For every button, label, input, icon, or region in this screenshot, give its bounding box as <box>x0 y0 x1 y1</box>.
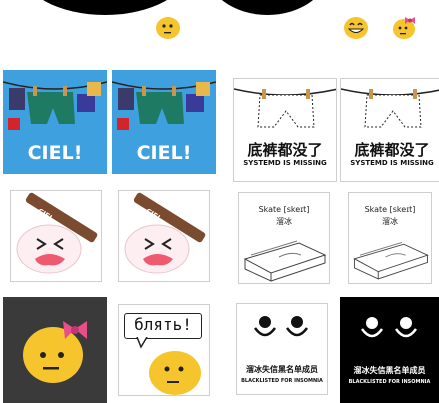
systemd-missing-sticker-2[interactable]: 底裤都没了 SYSTEMD IS MISSING <box>340 78 439 182</box>
sofa-sketch-icon <box>353 241 429 280</box>
blyat-speech-sticker[interactable]: блять! <box>118 304 210 396</box>
ciel-caption: CIEL! <box>27 142 83 164</box>
skate-caption-cn: 溜冰 <box>382 217 398 226</box>
wide-eyes-icon <box>253 316 309 337</box>
systemd-caption-en: SYSTEMD IS MISSING <box>243 159 327 167</box>
skate-sofa-sticker-2[interactable]: Skate [skeɪt] 溜冰 <box>348 192 432 284</box>
wide-eyes-icon <box>360 317 418 338</box>
insomnia-caption-en: BLACKLISTED FOR INSOMNIA <box>348 379 431 385</box>
skate-sofa-sticker-1[interactable]: Skate [skeɪt] 溜冰 <box>238 192 330 284</box>
ciel-caption: CIEL! <box>136 142 192 164</box>
speech-bubble-text: блять! <box>134 315 192 334</box>
insomnia-caption-cn: 溜冰失信黑名单成员 <box>353 366 426 375</box>
dizzy-blob-icon <box>16 192 98 274</box>
ciel-laundry-sticker-2[interactable]: CIEL! <box>112 70 216 174</box>
insomnia-caption-en: BLACKLISTED FOR INSOMNIA <box>241 378 323 384</box>
skate-caption-en: Skate [skeɪt] <box>364 205 416 214</box>
blob-grin-icon[interactable] <box>343 14 369 40</box>
blob-neutral-large-icon <box>136 337 201 395</box>
skate-caption-cn: 溜冰 <box>276 217 292 226</box>
dizzy-blob-icon <box>124 192 206 274</box>
skate-caption-en: Skate [skeɪt] <box>258 205 310 214</box>
insomnia-caption-cn: 溜冰失信黑名单成员 <box>246 365 318 374</box>
dizzy-blob-sticker-2[interactable]: CIEL <box>118 190 210 282</box>
blob-bow-large-icon <box>23 321 87 383</box>
blob-bow-sticker[interactable] <box>3 297 107 403</box>
blob-neutral-icon[interactable] <box>155 14 181 40</box>
systemd-caption-cn: 底裤都没了 <box>247 141 323 159</box>
empty-underwear-icon <box>234 88 336 128</box>
sofa-sketch-icon <box>243 240 327 282</box>
dizzy-blob-sticker-1[interactable]: CIEL <box>10 190 102 282</box>
systemd-missing-sticker-1[interactable]: 底裤都没了 SYSTEMD IS MISSING <box>233 78 337 182</box>
insomnia-sticker-dark[interactable]: 溜冰失信黑名单成员 BLACKLISTED FOR INSOMNIA <box>340 297 439 403</box>
blob-bow-icon[interactable] <box>391 14 419 40</box>
empty-underwear-icon <box>341 88 439 128</box>
systemd-caption-cn: 底裤都没了 <box>354 141 430 159</box>
top-right-blob-shape <box>205 0 330 15</box>
top-left-blob-shape <box>20 0 190 15</box>
systemd-caption-en: SYSTEMD IS MISSING <box>350 159 434 167</box>
insomnia-sticker-light[interactable]: 溜冰失信黑名单成员 BLACKLISTED FOR INSOMNIA <box>236 303 328 395</box>
ciel-laundry-sticker-1[interactable]: CIEL! <box>3 70 107 174</box>
